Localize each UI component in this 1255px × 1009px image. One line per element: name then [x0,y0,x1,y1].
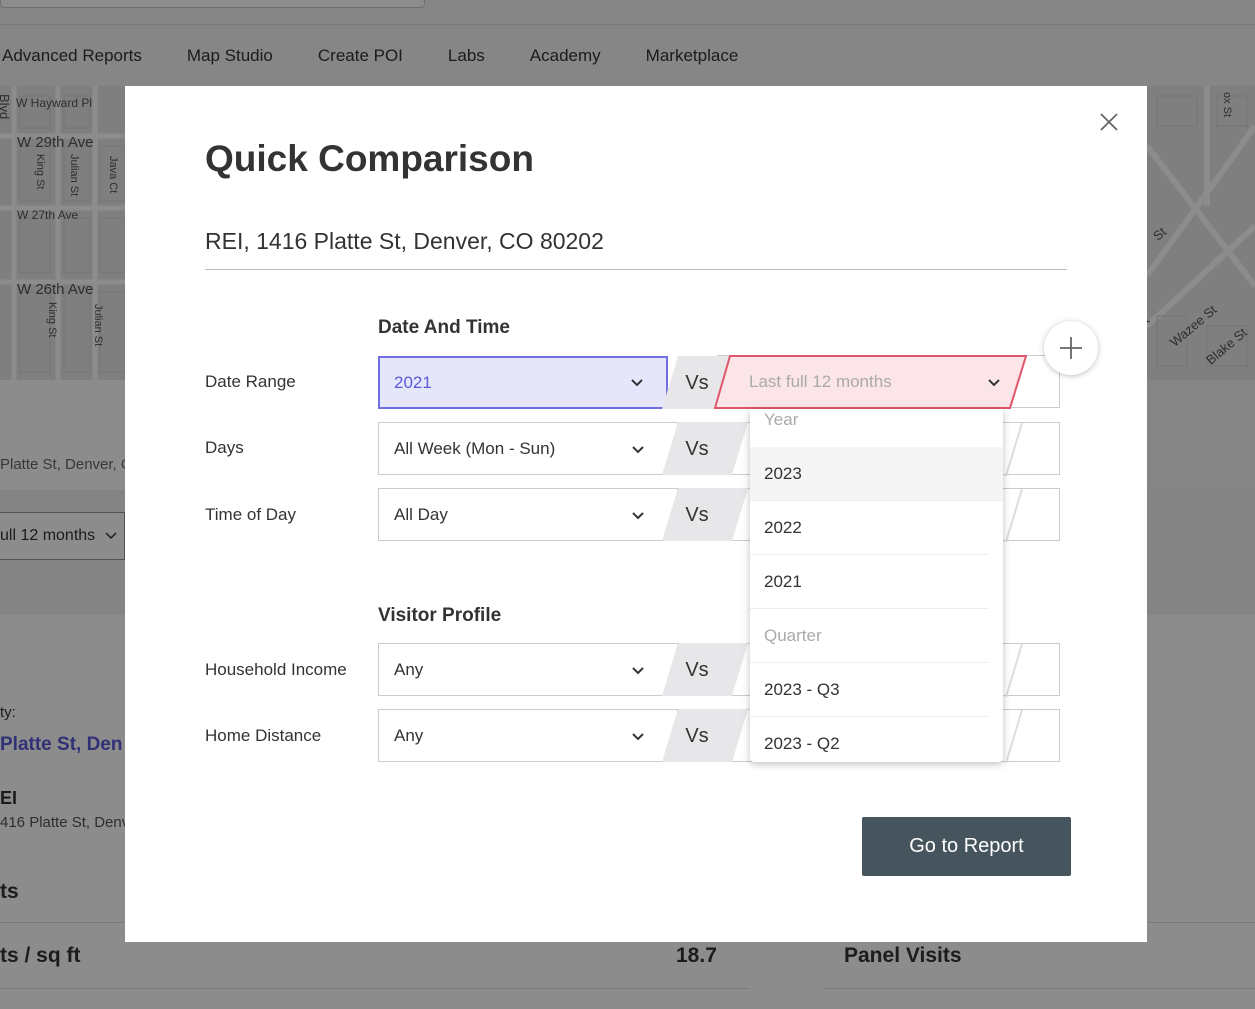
days-select[interactable]: All Week (Mon - Sun) [378,422,678,475]
close-button[interactable] [1097,110,1121,134]
date-range-select-value: 2021 [394,372,432,392]
home-distance-select[interactable]: Any [378,709,678,762]
vs-label: Vs [685,725,709,747]
label-days: Days [205,438,244,457]
go-to-report-button[interactable]: Go to Report [862,817,1071,876]
chevron-down-icon [632,733,644,741]
chevron-down-icon[interactable] [986,374,1002,390]
label-household-income: Household Income [205,660,347,679]
vs-label: Vs [685,659,709,681]
dropdown-group-quarter: Quarter [750,609,988,663]
vs-label: Vs [685,438,709,460]
dropdown-option-2023-q3[interactable]: 2023 - Q3 [750,663,988,717]
vs-label: Vs [685,504,709,526]
divider-slash [1005,710,1023,763]
chevron-down-icon [632,446,644,454]
label-date-range: Date Range [205,372,296,391]
time-of-day-select[interactable]: All Day [378,488,678,541]
compare-date-range-placeholder: Last full 12 months [749,372,892,391]
dropdown-group-year: Year [764,410,799,429]
days-select-value: All Week (Mon - Sun) [394,438,556,458]
chevron-down-icon [631,379,643,387]
venue-name: REI, 1416 Platte St, Denver, CO 80202 [205,228,1067,270]
household-income-select-value: Any [394,659,424,679]
date-range-dropdown-menu: Year 2023 2022 2021 Quarter 2023 - Q3 20… [750,409,1003,762]
section-date-time: Date And Time [378,317,510,338]
divider-slash [1005,644,1023,697]
label-home-distance: Home Distance [205,726,322,745]
dropdown-option-2023[interactable]: 2023 [750,447,1003,501]
home-distance-select-value: Any [394,725,424,745]
modal-title: Quick Comparison [205,138,534,179]
dropdown-option-2022[interactable]: 2022 [750,501,988,555]
dropdown-option-2023-q2[interactable]: 2023 - Q2 [750,717,988,762]
chevron-down-icon [632,667,644,675]
vs-label: Vs [685,372,709,394]
add-comparison-button[interactable] [1044,321,1098,375]
dropdown-option-2021[interactable]: 2021 [750,555,988,609]
plus-icon [1060,337,1082,359]
label-time-of-day: Time of Day [205,505,297,524]
chevron-down-icon [632,512,644,520]
quick-comparison-modal: Quick Comparison REI, 1416 Platte St, De… [125,86,1147,942]
close-icon [1100,113,1118,131]
time-of-day-select-value: All Day [394,504,448,524]
section-visitor-profile: Visitor Profile [378,605,502,626]
divider-slash [1005,423,1023,476]
date-range-select[interactable]: 2021 [378,356,668,409]
divider-slash [1005,489,1023,542]
household-income-select[interactable]: Any [378,643,678,696]
